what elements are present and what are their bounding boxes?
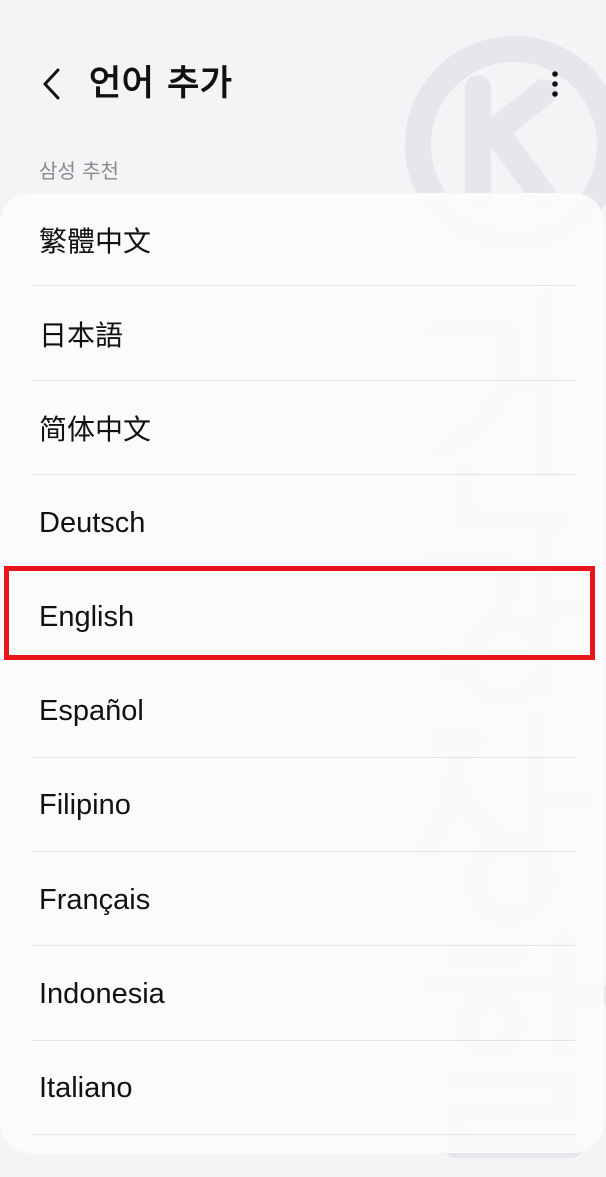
language-item-traditional-chinese[interactable]: 繁體中文 xyxy=(0,193,604,287)
language-item-english[interactable]: English xyxy=(0,570,604,664)
divider xyxy=(32,474,575,475)
language-label: English xyxy=(39,600,135,633)
language-label: Indonesia xyxy=(39,977,165,1010)
section-label: 삼성 추천 xyxy=(39,159,119,183)
divider xyxy=(32,1134,575,1135)
divider xyxy=(32,285,575,286)
language-label: 简体中文 xyxy=(39,413,152,446)
language-item-italian[interactable]: Italiano xyxy=(0,1041,604,1135)
language-label: Deutsch xyxy=(39,506,146,539)
language-list: 繁體中文 日本語 简体中文 Deutsch English Español Fi… xyxy=(0,193,604,1153)
language-item-simplified-chinese[interactable]: 简体中文 xyxy=(0,381,604,475)
language-item-japanese[interactable]: 日本語 xyxy=(0,287,604,381)
divider xyxy=(32,851,575,852)
language-item-german[interactable]: Deutsch xyxy=(0,476,604,570)
language-label: Français xyxy=(39,883,151,916)
language-label: Español xyxy=(39,694,144,727)
back-button[interactable] xyxy=(32,60,72,108)
language-label: 日本語 xyxy=(39,319,124,352)
header-bar: 언어 추가 xyxy=(0,48,606,120)
page-title: 언어 추가 xyxy=(89,64,233,104)
language-label: Italiano xyxy=(39,1071,133,1104)
more-options-button[interactable] xyxy=(538,60,572,108)
chevron-left-icon xyxy=(43,68,60,100)
language-label: 繁體中文 xyxy=(39,225,152,258)
language-item-french[interactable]: Français xyxy=(0,853,604,947)
more-vertical-icon xyxy=(552,71,558,97)
language-item-indonesian[interactable]: Indonesia xyxy=(0,947,604,1041)
language-item-spanish[interactable]: Español xyxy=(0,664,604,758)
divider xyxy=(32,945,575,946)
language-item-filipino[interactable]: Filipino xyxy=(0,758,604,852)
language-label: Filipino xyxy=(39,788,131,821)
